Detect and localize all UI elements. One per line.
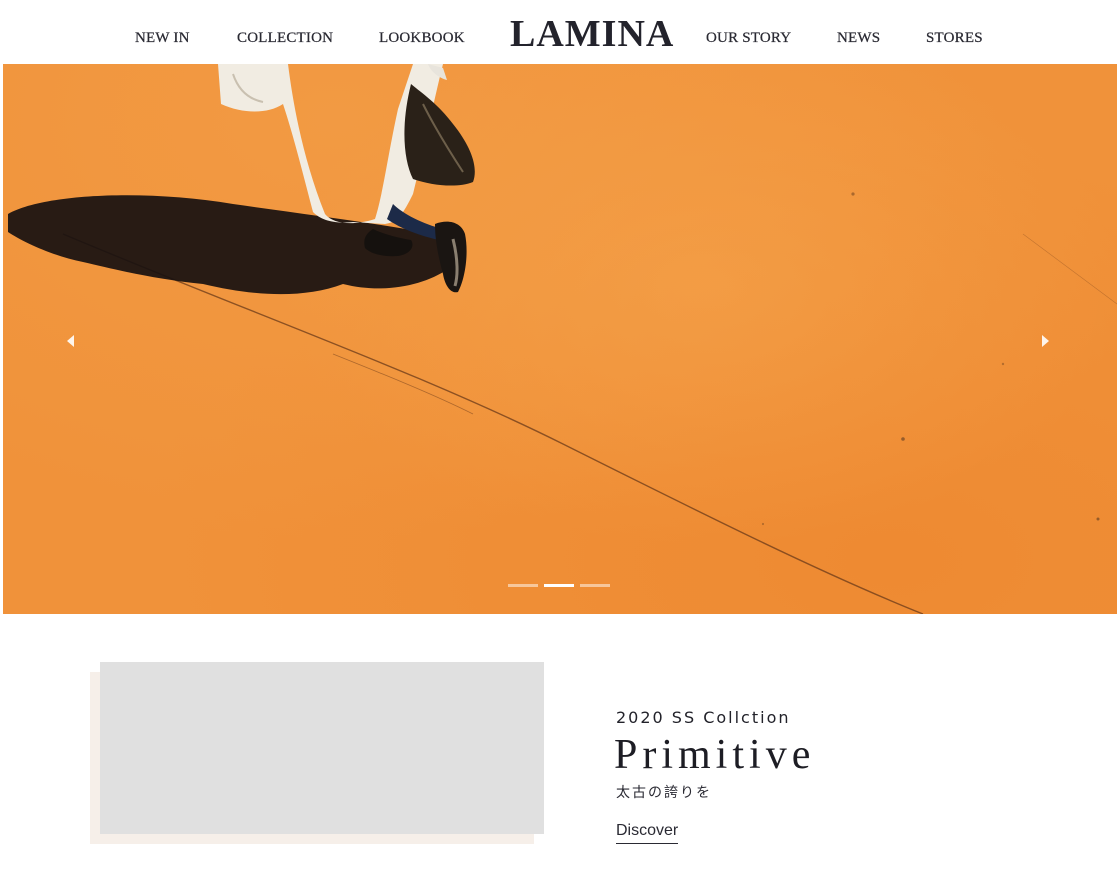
nav-stores[interactable]: STORES [926,30,983,47]
nav-our-story[interactable]: OUR STORY [706,30,791,47]
nav-news[interactable]: NEWS [837,30,880,47]
nav-collection[interactable]: COLLECTION [237,30,333,47]
collection-season: 2020 SS Collction [616,708,791,727]
site-logo[interactable]: LAMINA [510,12,674,56]
collection-image [100,662,544,834]
carousel-indicator-1[interactable] [508,584,538,587]
carousel-indicator-2[interactable] [544,584,574,587]
chevron-left-icon [67,335,74,347]
collection-title: Primitive [614,732,816,778]
discover-link[interactable]: Discover [616,822,679,844]
collection-subtitle: 太古の誇りを [616,785,712,801]
carousel-next-button[interactable] [1030,326,1060,356]
carousel-indicators [508,584,610,587]
chevron-right-icon [1042,335,1049,347]
hero-image [8,64,1117,614]
carousel-indicator-3[interactable] [580,584,610,587]
nav-new-in[interactable]: NEW IN [135,30,190,47]
site-header: NEW IN COLLECTION LOOKBOOK LAMINA OUR ST… [0,0,1117,64]
carousel-prev-button[interactable] [56,326,86,356]
nav-lookbook[interactable]: LOOKBOOK [379,30,465,47]
hero-carousel [3,64,1117,614]
